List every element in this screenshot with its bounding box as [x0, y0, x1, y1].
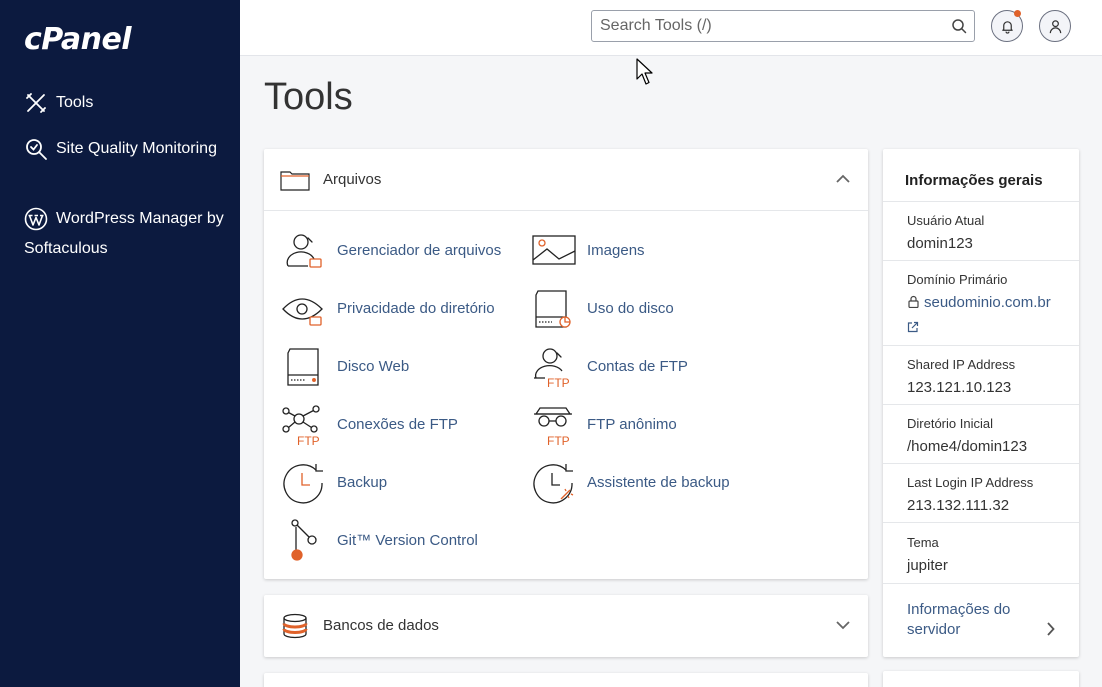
tool-images[interactable]: Imagens — [532, 229, 772, 273]
external-link-icon[interactable] — [907, 321, 919, 333]
site-quality-icon — [24, 137, 48, 161]
info-value: 123.121.10.123 — [907, 379, 1012, 396]
web-disk-icon — [282, 345, 326, 389]
sidebar-item-label: Site Quality Monitoring — [56, 140, 217, 157]
images-icon — [532, 229, 576, 273]
user-icon — [1049, 20, 1062, 34]
info-primary-domain: Domínio Primário seudominio.com.br — [883, 260, 1079, 345]
chevron-up-icon[interactable] — [836, 174, 850, 184]
database-icon — [282, 613, 308, 639]
sidebar-item-tools[interactable]: Tools — [24, 88, 224, 118]
ftp-accounts-icon: FTP — [532, 345, 576, 390]
search-icon[interactable] — [951, 18, 967, 34]
info-title: Informações gerais — [905, 172, 1043, 189]
info-theme: Tema jupiter — [883, 522, 1079, 583]
file-manager-icon — [282, 229, 326, 273]
page-title: Tools — [264, 76, 353, 118]
lock-icon — [908, 295, 919, 308]
sidebar-item-label: Tools — [56, 94, 94, 111]
tool-directory-privacy[interactable]: Privacidade do diretório — [282, 287, 522, 331]
ftp-tag: FTP — [547, 434, 570, 447]
bell-icon — [1002, 21, 1013, 34]
section-title: Arquivos — [323, 171, 382, 188]
tool-label: Disco Web — [337, 358, 410, 375]
tool-label: Conexões de FTP — [337, 416, 458, 433]
tool-label: Backup — [337, 474, 388, 491]
tool-backup[interactable]: Backup — [282, 461, 522, 505]
tool-disk-usage[interactable]: Uso do disco — [532, 287, 772, 331]
ftp-connections-icon: FTP — [282, 403, 326, 448]
info-label: Tema — [907, 535, 939, 550]
notifications-button[interactable] — [991, 10, 1023, 42]
info-value: 213.132.111.32 — [907, 497, 1010, 514]
tool-label: Imagens — [587, 242, 645, 259]
section-title: Bancos de dados — [323, 617, 439, 634]
info-value: jupiter — [907, 557, 948, 574]
info-last-login-ip: Last Login IP Address 213.132.111.32 — [883, 463, 1079, 522]
tool-web-disk[interactable]: Disco Web — [282, 345, 522, 389]
tool-label: Privacidade do diretório — [337, 300, 495, 317]
search-box[interactable] — [591, 10, 975, 42]
tool-label: Git™ Version Control — [337, 532, 478, 549]
chevron-right-icon — [1047, 622, 1055, 636]
cpanel-logo[interactable]: cPanel — [24, 22, 132, 57]
tools-icon — [24, 91, 48, 115]
mouse-cursor-icon — [636, 58, 653, 85]
sidebar-item-label: WordPress Manager by Softaculous — [24, 210, 224, 257]
tool-label: Gerenciador de arquivos — [337, 242, 502, 259]
info-home-directory: Diretório Inicial /home4/domin123 — [883, 404, 1079, 463]
backup-wizard-icon — [532, 461, 576, 505]
tool-anonymous-ftp[interactable]: FTP FTP anônimo — [532, 403, 772, 448]
ftp-tag: FTP — [547, 376, 570, 389]
general-info-panel: Informações gerais Usuário Atual domin12… — [883, 149, 1079, 657]
tool-label: Uso do disco — [587, 300, 674, 317]
search-input[interactable] — [592, 11, 932, 41]
info-label: Shared IP Address — [907, 357, 1016, 372]
primary-domain-link[interactable]: seudominio.com.br — [907, 294, 1051, 311]
tool-ftp-connections[interactable]: FTP Conexões de FTP — [282, 403, 522, 448]
ftp-tag: FTP — [297, 434, 320, 447]
server-info-text: Informações do servidor — [907, 601, 1011, 638]
databases-section-header[interactable]: Bancos de dados — [264, 595, 868, 657]
sidebar: cPanel Tools Site Quality Monitoring Wor… — [0, 0, 240, 687]
info-label: Usuário Atual — [907, 213, 985, 228]
git-icon — [282, 519, 326, 563]
wordpress-icon — [24, 207, 48, 231]
chevron-down-icon[interactable] — [836, 620, 850, 630]
info-label: Last Login IP Address — [907, 475, 1034, 490]
info-current-user: Usuário Atual domin123 — [883, 201, 1079, 260]
info-label: Diretório Inicial — [907, 416, 993, 431]
tool-ftp-accounts[interactable]: FTP Contas de FTP — [532, 345, 772, 390]
info-label: Domínio Primário — [907, 272, 1008, 287]
next-section-card — [264, 673, 868, 687]
sidebar-item-site-quality[interactable]: Site Quality Monitoring — [24, 134, 224, 164]
tool-label: FTP anônimo — [587, 416, 677, 433]
tool-git-version-control[interactable]: Git™ Version Control — [282, 519, 522, 563]
notification-badge — [1014, 10, 1021, 17]
files-section-header[interactable]: Arquivos — [264, 149, 868, 211]
anonymous-ftp-icon: FTP — [532, 403, 576, 448]
info-shared-ip: Shared IP Address 123.121.10.123 — [883, 345, 1079, 404]
tool-backup-wizard[interactable]: Assistente de backup — [532, 461, 772, 505]
tool-label: Assistente de backup — [587, 474, 730, 491]
top-header — [240, 0, 1102, 56]
next-info-card — [883, 671, 1079, 687]
server-info-link[interactable]: Informações do servidor — [883, 583, 1079, 657]
folder-icon — [280, 171, 310, 191]
user-menu-button[interactable] — [1039, 10, 1071, 42]
tool-label: Contas de FTP — [587, 358, 688, 375]
primary-domain-text: seudominio.com.br — [924, 294, 1051, 311]
tool-file-manager[interactable]: Gerenciador de arquivos — [282, 229, 522, 273]
backup-icon — [282, 461, 326, 505]
sidebar-item-wordpress[interactable]: WordPress Manager by Softaculous — [24, 204, 224, 264]
info-value: domin123 — [907, 235, 973, 252]
files-section: Arquivos Gerenciador de arquivos Imagens — [264, 149, 868, 579]
disk-usage-icon — [532, 287, 576, 331]
directory-privacy-icon — [282, 287, 326, 331]
info-value: /home4/domin123 — [907, 438, 1028, 455]
